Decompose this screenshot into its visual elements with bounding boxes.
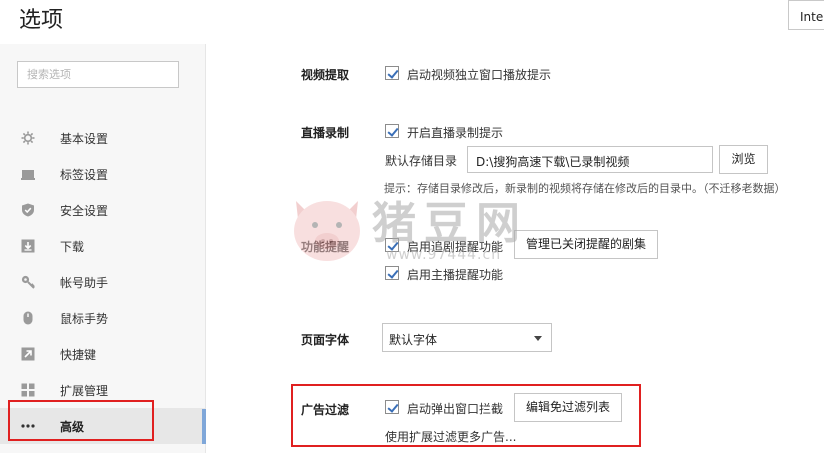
font-select[interactable]: 默认字体 bbox=[382, 323, 552, 352]
anchor-reminder-checkbox[interactable] bbox=[385, 266, 399, 280]
sidebar-item-account[interactable]: 帐号助手 bbox=[0, 264, 206, 300]
follow-show-checkbox[interactable] bbox=[385, 238, 399, 252]
shield-icon bbox=[22, 203, 34, 217]
gear-icon bbox=[21, 131, 35, 145]
popup-block-label: 启动弹出窗口拦截 bbox=[407, 402, 504, 416]
more-filters-link[interactable]: 使用扩展过滤更多广告... bbox=[385, 428, 516, 445]
live-record-checkbox[interactable] bbox=[385, 124, 399, 138]
mouse-icon bbox=[23, 311, 33, 325]
reminder-section-label: 功能提醒 bbox=[301, 240, 350, 254]
highlight-box-advanced bbox=[8, 400, 154, 441]
sidebar-item-mouse-gesture[interactable]: 鼠标手势 bbox=[0, 300, 206, 336]
search-input[interactable] bbox=[17, 61, 179, 88]
edit-whitelist-button[interactable]: 编辑免过滤列表 bbox=[514, 393, 622, 422]
sidebar-item-basic[interactable]: 基本设置 bbox=[0, 120, 206, 156]
storage-dir-field[interactable]: D:\搜狗高速下载\已录制视频 bbox=[467, 146, 713, 173]
video-section-label: 视频提取 bbox=[301, 68, 350, 82]
live-record-section-label: 直播录制 bbox=[301, 126, 350, 140]
manage-closed-reminders-button[interactable]: 管理已关闭提醒的剧集 bbox=[514, 230, 658, 259]
video-popout-label: 启动视频独立窗口播放提示 bbox=[407, 68, 552, 82]
language-select[interactable]: Inter bbox=[788, 0, 824, 30]
download-icon bbox=[21, 239, 35, 253]
sidebar-item-download[interactable]: 下载 bbox=[0, 228, 206, 264]
sidebar-item-label: 扩展管理 bbox=[60, 384, 109, 398]
font-section-label: 页面字体 bbox=[301, 333, 350, 347]
sidebar-item-label: 帐号助手 bbox=[60, 276, 109, 290]
popup-block-checkbox[interactable] bbox=[385, 400, 399, 414]
ad-filter-section-label: 广告过滤 bbox=[301, 403, 350, 417]
live-record-label: 开启直播录制提示 bbox=[407, 126, 504, 140]
sidebar-item-security[interactable]: 安全设置 bbox=[0, 192, 206, 228]
sidebar-item-label: 基本设置 bbox=[60, 132, 109, 146]
sidebar-scrollbar[interactable] bbox=[202, 409, 206, 444]
sidebar-item-label: 标签设置 bbox=[60, 168, 109, 182]
header: 选项 Inter bbox=[0, 0, 824, 44]
extensions-grid-icon bbox=[21, 383, 35, 397]
storage-dir-note: 提示：存储目录修改后，新录制的视频将存储在修改后的目录中。（不迁移老数据） bbox=[384, 182, 786, 195]
font-select-value: 默认字体 bbox=[389, 333, 438, 347]
sidebar-item-label: 快捷键 bbox=[60, 348, 97, 362]
shortcut-arrow-icon bbox=[21, 347, 35, 361]
browse-button[interactable]: 浏览 bbox=[719, 145, 768, 174]
chevron-down-icon bbox=[534, 336, 542, 341]
sidebar-item-shortcuts[interactable]: 快捷键 bbox=[0, 336, 206, 372]
page-title: 选项 bbox=[19, 8, 64, 33]
sidebar-item-label: 安全设置 bbox=[60, 204, 109, 218]
sidebar: 基本设置 标签设置 安全设置 下载 帐号助手 bbox=[0, 44, 206, 453]
anchor-reminder-label: 启用主播提醒功能 bbox=[407, 268, 504, 282]
sidebar-item-tabs[interactable]: 标签设置 bbox=[0, 156, 206, 192]
tab-icon bbox=[21, 170, 35, 180]
storage-dir-label: 默认存储目录 bbox=[385, 154, 458, 168]
video-popout-checkbox[interactable] bbox=[385, 66, 399, 80]
sidebar-item-label: 下载 bbox=[60, 240, 85, 254]
sidebar-item-label: 鼠标手势 bbox=[60, 312, 109, 326]
follow-show-label: 启用追剧提醒功能 bbox=[407, 240, 504, 254]
pig-logo-icon bbox=[294, 201, 360, 261]
key-icon bbox=[21, 275, 35, 289]
